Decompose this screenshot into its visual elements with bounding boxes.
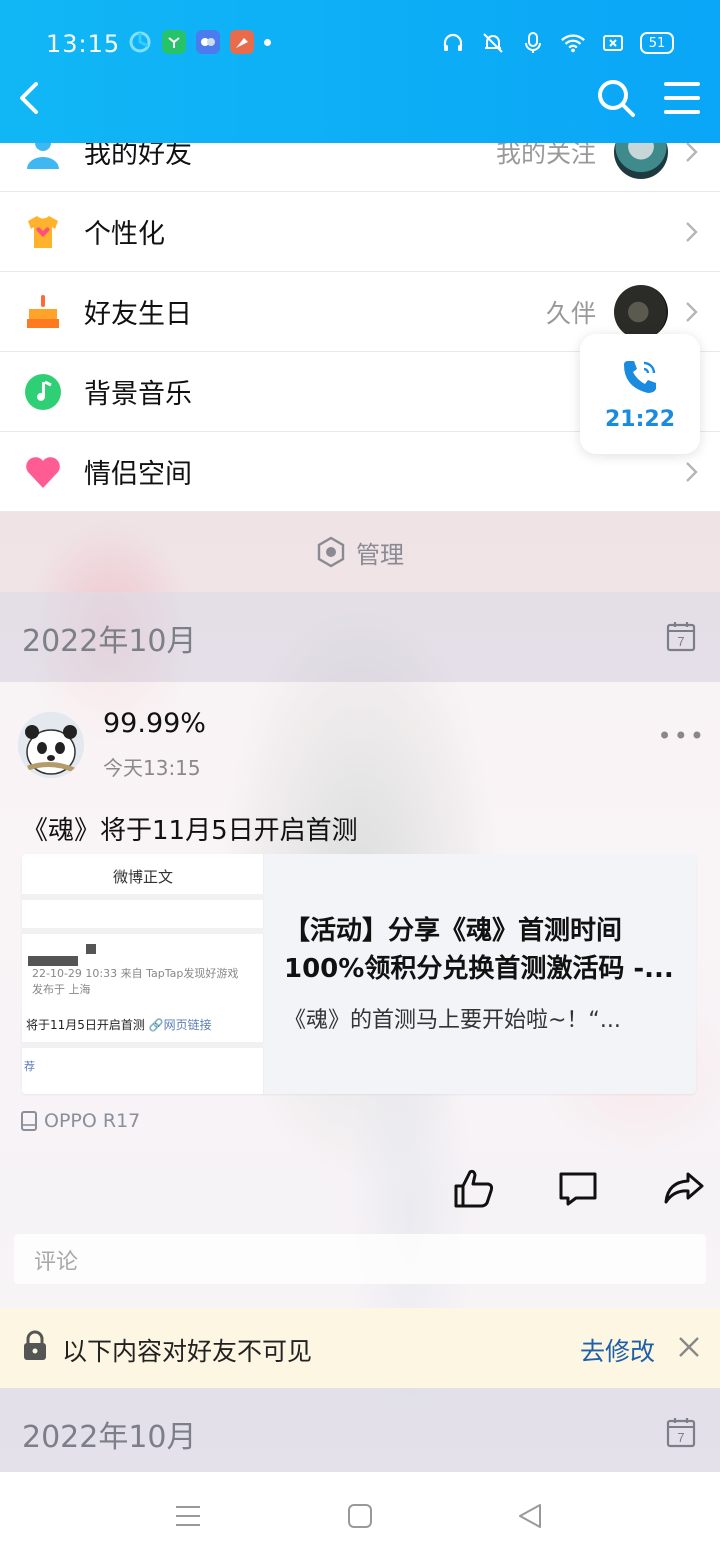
thumb-body: 将于11月5日开启首测 🔗网页链接 (26, 1016, 212, 1033)
home-icon[interactable] (346, 1502, 374, 1530)
month-label: 2022年10月 (22, 624, 197, 659)
more-options-button[interactable]: ••• (658, 722, 706, 750)
status-right-icons: 51 (440, 30, 674, 56)
device-tag: OPPO R17 (20, 1110, 140, 1132)
battery-indicator: 51 (640, 32, 674, 54)
call-duration: 21:22 (604, 406, 676, 432)
green-app-icon (162, 30, 186, 54)
thumb-link: 🔗网页链接 (148, 1018, 212, 1032)
search-button[interactable] (596, 78, 636, 118)
music-note-icon (24, 373, 62, 411)
manage-button[interactable]: 管理 (0, 512, 720, 592)
call-widget[interactable]: 21:22 (580, 334, 700, 454)
search-icon (598, 80, 635, 117)
card-title: 【活动】分享《魂》首测时间100%领积分兑换首测激活码 -... (284, 916, 674, 984)
settings-hexagon-icon (317, 536, 345, 568)
chevron-right-icon (686, 221, 698, 242)
screen-cast-icon (600, 30, 626, 56)
thumb-divider (22, 1042, 264, 1048)
mute-vibrate-icon (480, 30, 506, 56)
redaction-block (28, 956, 78, 966)
recent-apps-icon[interactable] (174, 1502, 202, 1530)
post-avatar[interactable] (18, 712, 84, 778)
post-text: 《魂》将于11月5日开启首测 (22, 816, 358, 846)
top-bar: 13:15 51 (0, 0, 720, 143)
birthday-cake-icon (24, 293, 62, 331)
back-triangle-icon[interactable] (516, 1502, 544, 1530)
qq-browser-icon (128, 30, 152, 54)
heart-icon (24, 453, 62, 491)
thumb-meta-line: 22-10-29 10:33 来自 TapTap发现好游戏 (32, 967, 239, 980)
modify-link[interactable]: 去修改 (580, 1332, 655, 1368)
month-header: 2022年10月 7 (0, 1388, 720, 1472)
privacy-notice: 以下内容对好友不可见 去修改 (0, 1308, 720, 1388)
menu-row-label: 好友生日 (84, 299, 192, 330)
thumb-tag: 荐 (24, 1060, 35, 1073)
chevron-right-icon (686, 141, 698, 162)
menu-row-personalize[interactable]: 个性化 (0, 192, 720, 272)
thumb-body-text: 将于11月5日开启首测 (26, 1018, 145, 1032)
like-thumbs-up-icon[interactable] (452, 1166, 496, 1210)
svg-text:7: 7 (677, 634, 684, 649)
chevron-right-icon (686, 301, 698, 322)
post-actions (0, 1166, 720, 1216)
menu-row-right-text: 久伴 (545, 298, 596, 328)
menu-button[interactable] (664, 80, 700, 116)
card-description: 《魂》的首测马上要开始啦~！“... (284, 1008, 621, 1033)
lock-icon (24, 1330, 46, 1360)
calendar-icon[interactable]: 7 (666, 620, 696, 652)
status-app-icons (128, 30, 271, 54)
card-thumbnail: 微博正文 22-10-29 10:33 来自 TapTap发现好游戏 发布于 上… (22, 854, 264, 1094)
chevron-right-icon (686, 461, 698, 482)
manage-label: 管理 (356, 540, 404, 569)
back-button[interactable] (12, 78, 52, 118)
menu-row-label: 背景音乐 (84, 379, 192, 410)
svg-text:7: 7 (677, 1430, 684, 1445)
notification-dot (264, 38, 271, 46)
close-icon[interactable] (678, 1336, 700, 1358)
menu-row-label: 个性化 (84, 219, 165, 250)
month-header: 2022年10月 7 (0, 592, 720, 682)
status-time: 13:15 (46, 30, 121, 58)
feed-post: 99.99% 今天13:15 ••• 《魂》将于11月5日开启首测 微博正文 2… (0, 682, 720, 1308)
purple-app-icon (230, 30, 254, 54)
phone-device-icon (21, 1111, 37, 1131)
notice-text: 以下内容对好友不可见 (62, 1337, 313, 1366)
wifi-icon (560, 30, 586, 56)
share-icon[interactable] (662, 1166, 706, 1210)
link-card[interactable]: 微博正文 22-10-29 10:33 来自 TapTap发现好游戏 发布于 上… (22, 854, 696, 1094)
headset-icon (440, 30, 466, 56)
post-time: 今天13:15 (103, 756, 201, 780)
microphone-icon (520, 30, 546, 56)
menu-row-label: 情侣空间 (84, 459, 192, 490)
redaction-block (86, 944, 96, 954)
comment-input[interactable]: 评论 (14, 1234, 706, 1284)
thumb-title: 微博正文 (112, 868, 173, 886)
avatar (614, 284, 668, 339)
comment-placeholder: 评论 (34, 1250, 79, 1275)
panda-avatar-icon (18, 712, 84, 778)
thumb-meta-line: 发布于 上海 (32, 983, 91, 996)
hamburger-menu-icon (664, 82, 700, 114)
device-name: OPPO R17 (44, 1110, 141, 1132)
thumb-divider (22, 928, 264, 934)
month-label: 2022年10月 (22, 1420, 197, 1455)
system-nav-bar (0, 1472, 720, 1560)
tshirt-icon (24, 213, 62, 251)
comment-icon[interactable] (556, 1166, 600, 1210)
post-author[interactable]: 99.99% (103, 708, 206, 739)
thumb-divider (22, 894, 264, 900)
thumb-meta: 22-10-29 10:33 来自 TapTap发现好游戏 发布于 上海 (32, 966, 238, 998)
calendar-icon[interactable]: 7 (666, 1416, 696, 1448)
phone-icon (624, 360, 656, 393)
blue-app-icon (196, 30, 220, 54)
